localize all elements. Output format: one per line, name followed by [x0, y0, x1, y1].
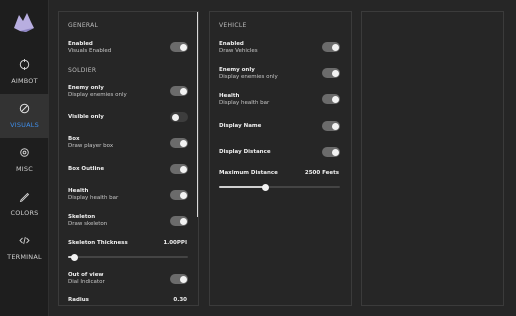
- crosshair-icon: [19, 59, 30, 70]
- option-title: Health: [219, 93, 240, 99]
- toggle-box-outline[interactable]: [170, 164, 188, 174]
- toggle-display-name[interactable]: [322, 121, 340, 131]
- toggle-box[interactable]: [170, 138, 188, 148]
- max-distance-slider[interactable]: [219, 183, 340, 191]
- nav-aimbot[interactable]: AIMBOT: [0, 50, 49, 94]
- toggle-health[interactable]: [170, 190, 188, 200]
- option-subtitle: Display health bar: [68, 195, 119, 201]
- toggle-visuals-enabled[interactable]: [170, 42, 188, 52]
- toggle-out-of-view[interactable]: [170, 274, 188, 284]
- radius-value: 0.30: [173, 297, 187, 303]
- skeleton-thickness-slider[interactable]: [68, 253, 188, 261]
- section-vehicle-title: VEHICLE: [219, 22, 247, 29]
- vehicle-panel: VEHICLE Enabled Draw Vehicles Enemy only…: [209, 11, 352, 306]
- option-title: Visible only: [68, 114, 104, 120]
- code-icon: [19, 236, 30, 245]
- option-title: Enemy only: [219, 67, 255, 73]
- toggle-display-distance[interactable]: [322, 147, 340, 157]
- scrollbar[interactable]: [197, 12, 198, 217]
- eye-icon: [19, 103, 30, 114]
- nav-misc[interactable]: MISC: [0, 138, 49, 182]
- option-title: Skeleton: [68, 214, 96, 220]
- toggle-skeleton[interactable]: [170, 216, 188, 226]
- nav-label: COLORS: [10, 209, 39, 217]
- toggle-vehicle-enemy-only[interactable]: [322, 68, 340, 78]
- gear-icon: [20, 148, 29, 157]
- soldier-panel: GENERAL Enabled Visuals Enabled SOLDIER …: [58, 11, 199, 306]
- option-title: Skeleton Thickness: [68, 240, 128, 246]
- empty-panel: [361, 11, 504, 306]
- option-title: Display Name: [219, 123, 262, 129]
- option-subtitle: Display enemies only: [68, 92, 127, 98]
- sidebar: AIMBOT VISUALS MISC COLORS TERMINAL: [0, 0, 49, 316]
- toggle-visible-only[interactable]: [170, 112, 188, 122]
- option-subtitle: Display enemies only: [219, 74, 278, 80]
- option-title: Box: [68, 136, 80, 142]
- option-title: Health: [68, 188, 89, 194]
- section-general-title: GENERAL: [68, 22, 99, 29]
- nav-label: TERMINAL: [7, 253, 42, 261]
- section-soldier-title: SOLDIER: [68, 67, 97, 74]
- option-title: Maximum Distance: [219, 170, 278, 176]
- slider-thumb[interactable]: [261, 183, 269, 191]
- option-subtitle: Display health bar: [219, 100, 270, 106]
- max-distance-value: 2500 Feets: [304, 170, 339, 176]
- option-title: Box Outline: [68, 166, 105, 172]
- option-subtitle: Draw player box: [68, 143, 114, 149]
- toggle-enemy-only[interactable]: [170, 86, 188, 96]
- toggle-vehicle-health[interactable]: [322, 94, 340, 104]
- option-title: Radius: [68, 297, 89, 303]
- option-title: Display Distance: [219, 149, 271, 155]
- option-subtitle: Dial Indicator: [68, 279, 105, 285]
- nav-label: MISC: [16, 165, 33, 173]
- option-subtitle: Draw skeleton: [68, 221, 108, 227]
- nav-colors[interactable]: COLORS: [0, 182, 49, 226]
- slider-fill: [219, 186, 265, 188]
- option-title: Enabled: [68, 41, 93, 47]
- option-subtitle: Draw Vehicles: [219, 48, 258, 54]
- toggle-vehicle-enabled[interactable]: [322, 42, 340, 52]
- nav-visuals[interactable]: VISUALS: [0, 94, 49, 138]
- option-title: Enemy only: [68, 85, 104, 91]
- pen-icon: [19, 192, 30, 202]
- option-subtitle: Visuals Enabled: [68, 48, 112, 54]
- slider-thumb[interactable]: [70, 253, 78, 261]
- option-title: Enabled: [219, 41, 244, 47]
- nav-terminal[interactable]: TERMINAL: [0, 226, 49, 270]
- skeleton-thickness-value: 1.00PPI: [163, 240, 187, 246]
- option-title: Out of view: [68, 272, 104, 278]
- wolf-logo-icon: [14, 13, 34, 32]
- nav-label: VISUALS: [10, 121, 39, 129]
- nav-label: AIMBOT: [11, 77, 38, 85]
